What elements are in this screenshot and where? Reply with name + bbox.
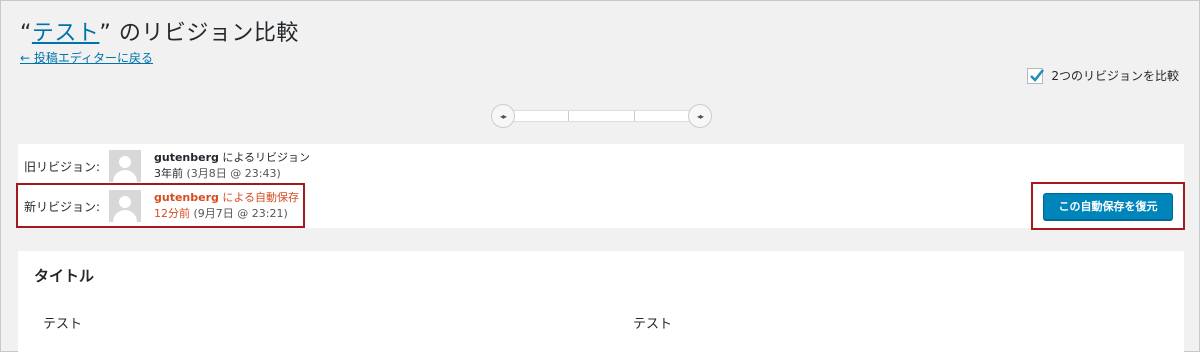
compare-two-checkbox[interactable] [1027,67,1045,84]
old-revision-action: によるリビジョン [218,151,311,164]
diff-left-value: テスト [43,317,83,332]
avatar [109,150,141,182]
diff-section-title: タイトル [34,267,95,285]
page-title: “テスト” のリビジョン比較 [20,15,299,47]
compare-two-label: 2つのリビジョンを比較 [1051,69,1179,83]
slider-track[interactable] [503,110,699,122]
new-revision-highlight [16,183,305,228]
revision-slider[interactable]: ◂▸ ◂▸ [491,104,713,128]
old-revision-author: gutenberg [154,151,219,164]
diff-box: タイトル テスト テスト [18,251,1184,352]
restore-autosave-button[interactable]: この自動保存を復元 [1043,193,1173,220]
compare-two-toggle[interactable]: 2つのリビジョンを比較 [1027,67,1179,84]
old-revision-date: (3月8日 @ 23:43) [183,167,281,180]
post-title-link[interactable]: テスト [32,21,100,46]
old-revision-label: 旧リビジョン: [24,159,101,174]
old-revision-meta: gutenberg によるリビジョン 3年前 (3月8日 @ 23:43) [154,150,310,182]
back-to-editor-link[interactable]: ← 投稿エディターに戻る [20,49,153,66]
restore-highlight: この自動保存を復元 [1031,182,1185,230]
slider-tick [568,111,569,121]
slider-handle-right[interactable]: ◂▸ [688,104,712,128]
slider-handle-left[interactable]: ◂▸ [491,104,515,128]
old-revision-row: 旧リビジョン: gutenberg によるリビジョン 3年前 (3月8日 @ 2… [18,146,310,186]
diff-right-value: テスト [633,317,673,332]
title-prefix: “ [20,21,32,46]
checkmark-icon [1030,68,1045,82]
title-suffix: ” のリビジョン比較 [99,21,299,46]
slider-tick [634,111,635,121]
old-revision-ago: 3年前 [154,167,183,180]
